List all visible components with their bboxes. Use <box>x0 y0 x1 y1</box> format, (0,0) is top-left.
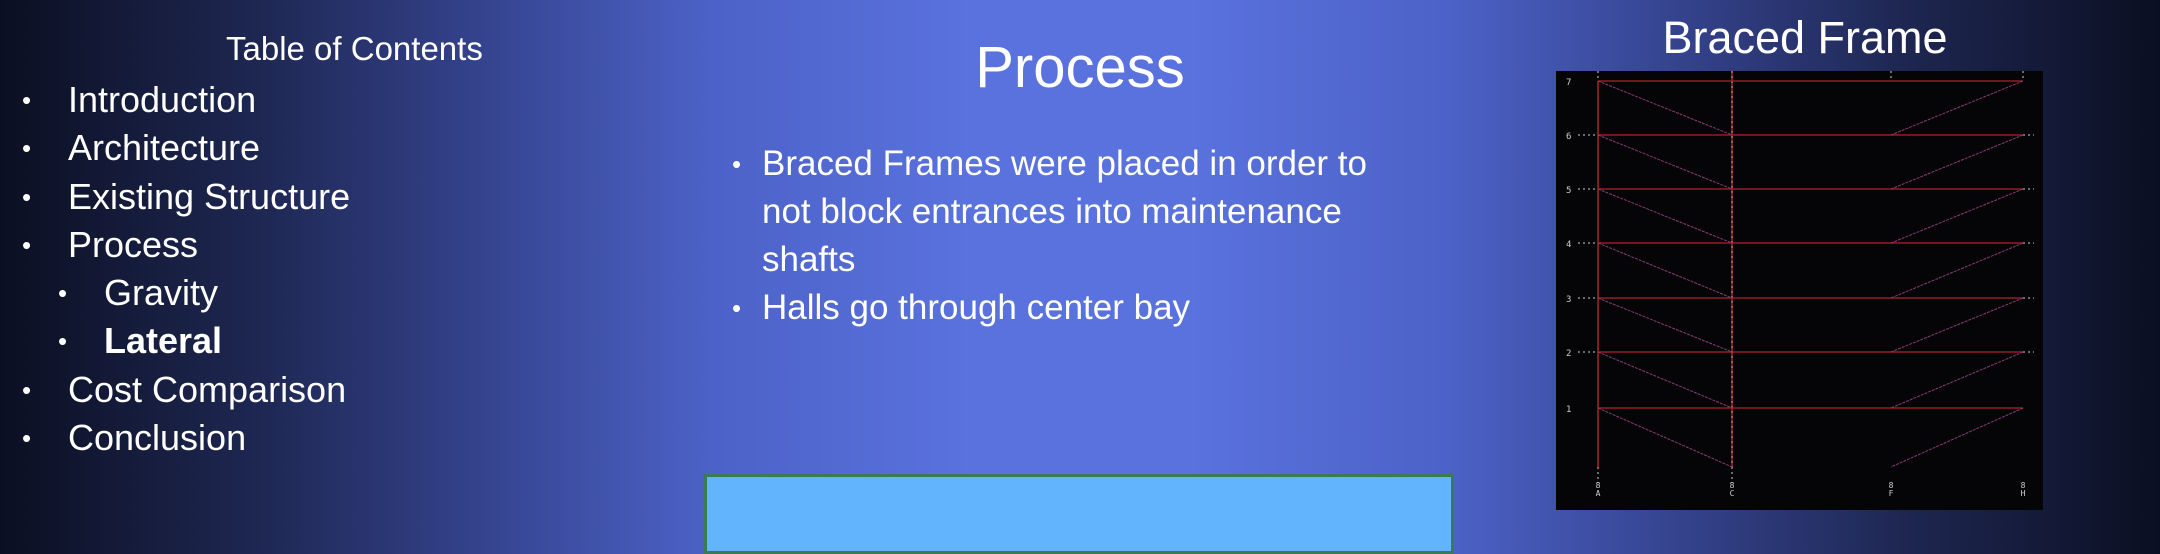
brace-member <box>1890 351 2024 409</box>
toc-item-label: Cost Comparison <box>68 368 347 410</box>
body-bullet-text: Halls go through center bay <box>762 288 1191 327</box>
brace-member <box>1597 407 1733 468</box>
toc-item-label: Conclusion <box>68 417 247 459</box>
body-bullet-text: Braced Frames were placed in order to no… <box>762 144 1367 279</box>
content-placeholder-box <box>704 474 1454 554</box>
toc-item-label: Gravity <box>104 272 219 314</box>
bullet-icon: • <box>732 149 742 179</box>
level-label: 4 <box>1566 240 1571 250</box>
bullet-icon: • <box>22 133 32 164</box>
brace-member <box>1597 351 1733 409</box>
column-label: F <box>1889 489 1894 498</box>
bullet-icon: • <box>732 293 742 323</box>
level-label: 5 <box>1566 186 1571 196</box>
bullet-icon: • <box>22 374 32 405</box>
brace-member <box>1890 134 2024 190</box>
brace-member <box>1597 134 1733 190</box>
toc-item-label: Existing Structure <box>68 175 351 217</box>
brace-member <box>1597 80 1733 136</box>
bullet-icon: • <box>58 278 68 309</box>
level-label: 1 <box>1566 405 1571 415</box>
level-label: 3 <box>1566 295 1571 305</box>
body-bullet: • Braced Frames were placed in order to … <box>730 140 1410 284</box>
body-bullet: • Halls go through center bay <box>730 284 1410 332</box>
column-label: H <box>2021 489 2026 498</box>
column-label: C <box>1730 489 1735 498</box>
bullet-icon: • <box>22 85 32 115</box>
bullet-icon: • <box>22 229 32 260</box>
level-label: 6 <box>1566 132 1571 142</box>
bullet-icon: • <box>22 181 32 212</box>
body-bullet-list: • Braced Frames were placed in order to … <box>730 140 1410 332</box>
brace-member <box>1890 80 2024 136</box>
toc-title: Table of Contents <box>226 30 483 67</box>
figure-title: Braced Frame <box>1662 12 1948 63</box>
brace-member <box>1890 297 2024 353</box>
column-label: A <box>1596 489 1601 498</box>
brace-member <box>1597 297 1733 353</box>
brace-member <box>1597 188 1733 244</box>
level-label: 2 <box>1566 349 1571 359</box>
toc-item-label: Architecture <box>68 127 261 169</box>
braced-frame-drawing: 76543218A8C8F8H <box>1566 71 2034 498</box>
toc-item-label: Introduction <box>68 79 257 120</box>
bullet-icon: • <box>22 423 32 454</box>
brace-member <box>1597 242 1733 299</box>
toc-item-label: Process <box>68 223 199 265</box>
slide-title: Process <box>975 35 1185 100</box>
brace-member <box>1890 407 2024 468</box>
brace-member <box>1890 242 2024 299</box>
brace-member <box>1890 188 2024 244</box>
bullet-icon: • <box>58 326 68 357</box>
braced-frame-elevation: 76543218A8C8F8H <box>1556 71 2043 510</box>
level-label: 7 <box>1566 78 1571 88</box>
toc-item-label: Lateral <box>104 320 223 362</box>
